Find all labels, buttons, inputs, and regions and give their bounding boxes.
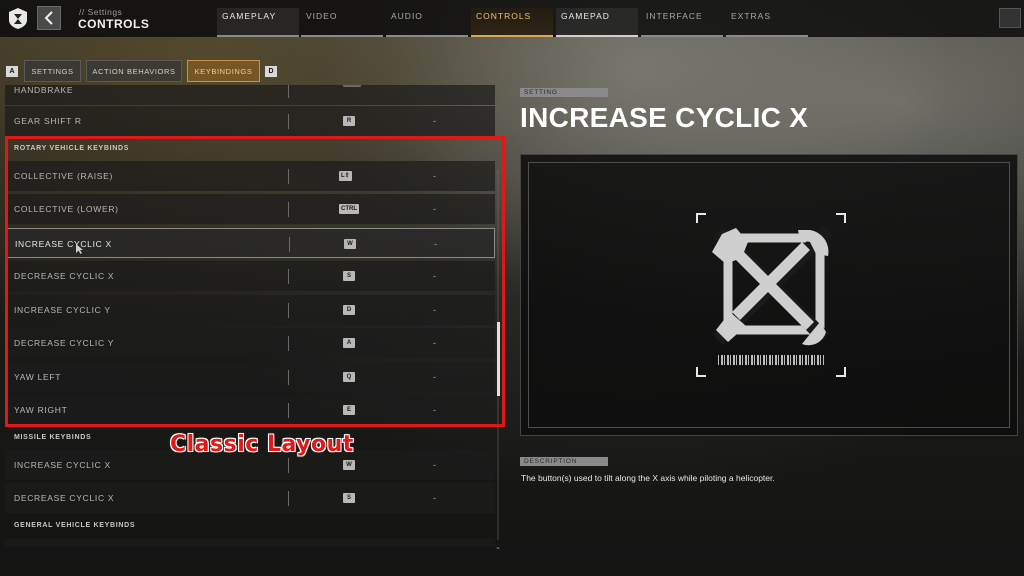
back-button[interactable]: [37, 6, 61, 30]
alternate-key[interactable]: -: [433, 450, 436, 480]
tab-gamepad[interactable]: GAMEPAD: [556, 8, 638, 37]
keybind-row[interactable]: [5, 539, 495, 547]
primary-key[interactable]: [343, 85, 361, 87]
divider: [288, 114, 289, 129]
section-header-missile: MISSILE KEYBINDS: [14, 434, 92, 441]
keybind-label: INCREASE CYCLIC X: [14, 460, 111, 470]
frame-corner: [836, 213, 846, 223]
keybind-row[interactable]: DECREASE CYCLIC X S -: [5, 483, 495, 513]
tab-audio[interactable]: AUDIO: [386, 8, 468, 37]
keybind-row[interactable]: HANDBRAKE: [5, 85, 495, 105]
description-tag: DESCRIPTION: [520, 457, 608, 466]
primary-key[interactable]: R: [343, 116, 355, 126]
divider: [288, 458, 289, 473]
tab-interface[interactable]: INTERFACE: [641, 8, 723, 37]
tab-gameplay[interactable]: GAMEPLAY: [217, 8, 299, 37]
setting-description: The button(s) used to tilt along the X a…: [521, 473, 775, 483]
prev-subtab-key: A: [6, 66, 18, 77]
frame-corner: [836, 367, 846, 377]
next-subtab-key: D: [265, 66, 277, 77]
tab-video[interactable]: VIDEO: [301, 8, 383, 37]
annotation-highlight-box: [5, 136, 505, 427]
page-title: CONTROLS: [78, 17, 150, 31]
scroll-down-icon[interactable]: ⌄: [495, 543, 501, 551]
keybind-label: GEAR SHIFT R: [14, 116, 82, 126]
annotation-label: Classic Layout: [170, 432, 354, 457]
setting-tag: SETTING: [520, 88, 608, 97]
keybind-label: HANDBRAKE: [14, 85, 74, 95]
chevron-left-icon: [44, 11, 53, 25]
subtab-settings[interactable]: SETTINGS: [24, 60, 81, 82]
setting-title: INCREASE CYCLIC X: [520, 102, 809, 133]
keybind-row[interactable]: GEAR SHIFT R R -: [5, 106, 495, 136]
keybind-label: DECREASE CYCLIC X: [14, 493, 115, 503]
primary-key[interactable]: S: [343, 493, 355, 503]
breadcrumb: // Settings: [79, 7, 123, 17]
subtab-keybindings[interactable]: KEYBINDINGS: [187, 60, 260, 82]
section-header-general: GENERAL VEHICLE KEYBINDS: [14, 522, 136, 529]
divider: [288, 85, 289, 98]
alternate-key[interactable]: -: [433, 106, 436, 136]
game-logo-icon: [6, 6, 30, 30]
barcode-decoration: [718, 355, 824, 365]
frame-corner: [696, 367, 706, 377]
divider: [288, 491, 289, 506]
tab-controls[interactable]: CONTROLS: [471, 8, 553, 37]
controls-wrench-icon: [706, 222, 834, 355]
subtab-action-behaviors[interactable]: ACTION BEHAVIORS: [86, 60, 182, 82]
primary-key[interactable]: W: [343, 460, 355, 470]
frame-corner: [696, 213, 706, 223]
alternate-key[interactable]: -: [433, 483, 436, 513]
tab-extras[interactable]: EXTRAS: [726, 8, 808, 37]
social-button[interactable]: [999, 8, 1021, 28]
